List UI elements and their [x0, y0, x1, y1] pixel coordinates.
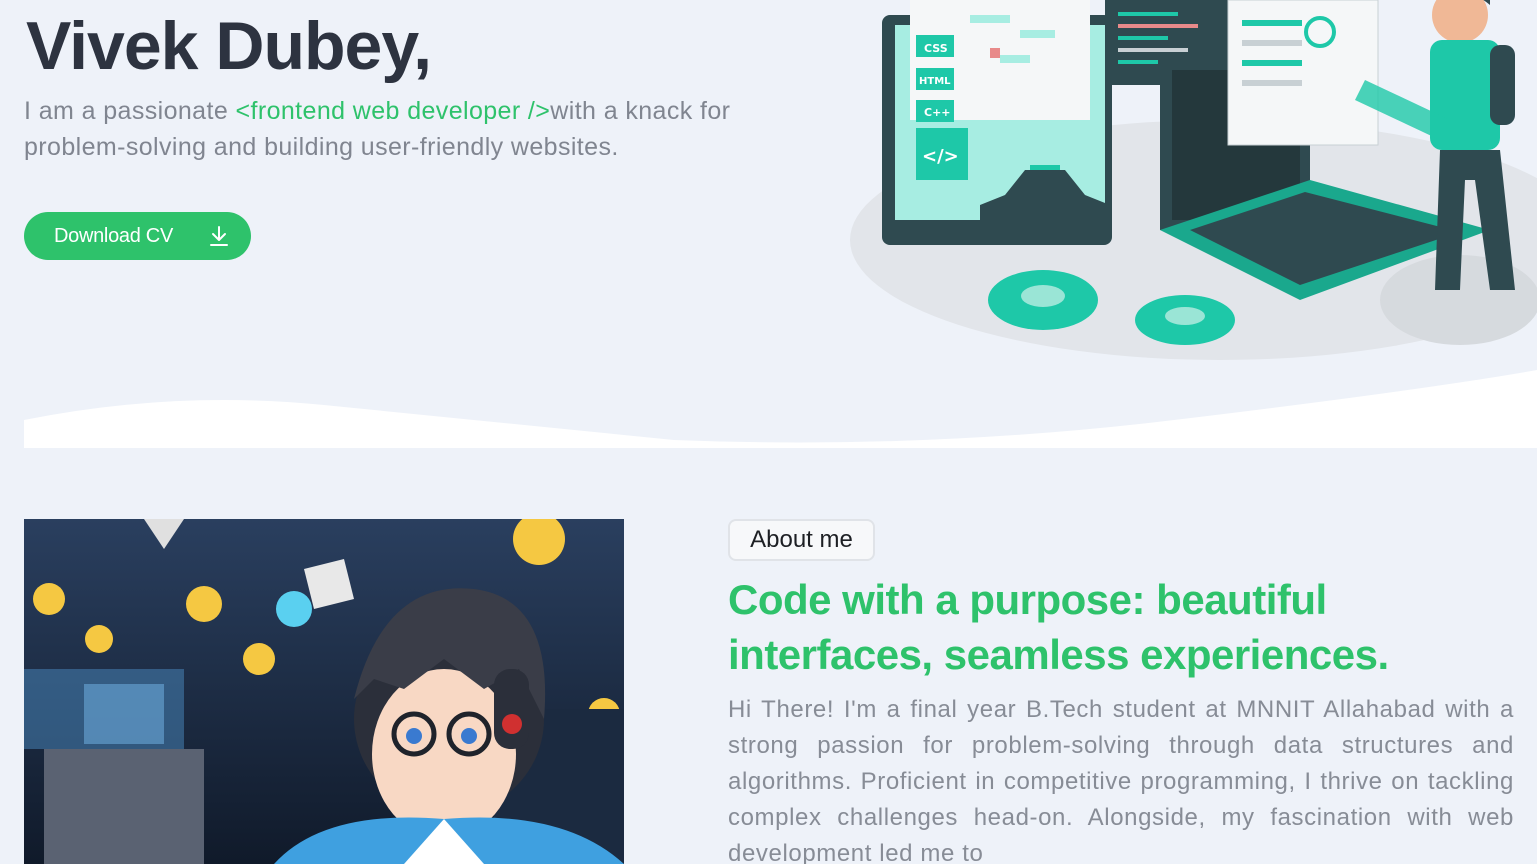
about-body-text: Hi There! I'm a final year B.Tech studen… [728, 696, 1514, 864]
hero-desc-highlight: <frontend web developer /> [235, 97, 551, 125]
cpp-label: C++ [924, 106, 951, 119]
hero-description: I am a passionate <frontend web develope… [24, 93, 794, 165]
profile-image [24, 519, 624, 864]
css-label: CSS [924, 42, 948, 55]
html-label: HTML [919, 76, 951, 87]
code-tag-label: </> [922, 146, 959, 167]
download-cv-button[interactable]: Download CV [24, 212, 251, 260]
about-me-badge: About me [728, 519, 875, 561]
about-heading: Code with a purpose: beautiful interface… [728, 576, 1389, 678]
developer-illustration: CSS HTML C++ </> [850, 0, 1537, 360]
download-cv-label: Download CV [54, 224, 173, 247]
hero-name: Vivek Dubey, [26, 8, 432, 84]
hero-desc-prefix: I am a passionate [24, 97, 236, 125]
download-icon [210, 226, 228, 246]
hero-wave-divider [24, 370, 1537, 448]
